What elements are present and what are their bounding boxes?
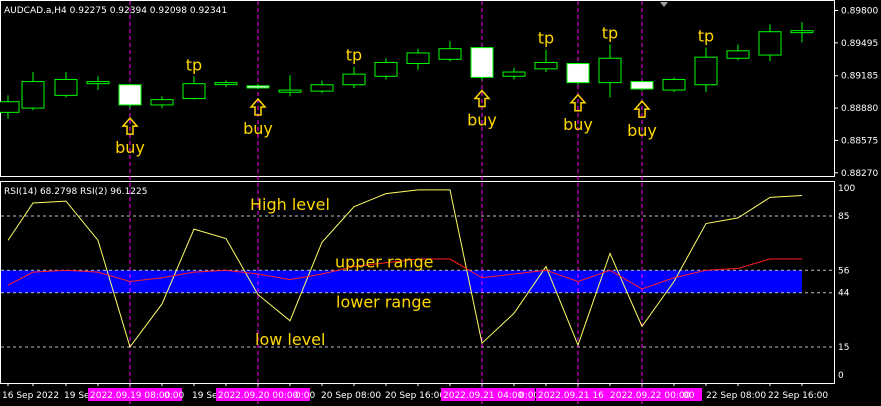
buy-label: buy: [467, 111, 497, 130]
time-axis-label: 2022.09.22 00:00: [610, 391, 691, 401]
candle-body: [438, 48, 462, 60]
price-axis-label: 0.88270: [841, 169, 878, 179]
tp-label: tp: [602, 23, 618, 42]
candle-body: [630, 81, 654, 90]
buy-label: buy: [563, 115, 593, 134]
candle-body: [406, 52, 430, 65]
buy-label: buy: [243, 119, 273, 138]
high-level-annotation: High level: [250, 195, 330, 214]
candle-body: [150, 99, 174, 106]
time-axis-label: 16 Sep 2022: [2, 391, 59, 401]
tp-label: tp: [346, 46, 362, 65]
candle-body: [214, 82, 238, 86]
candle-body: [790, 30, 814, 34]
chart-shift-marker-icon[interactable]: [660, 2, 668, 7]
candle-body: [54, 78, 78, 96]
rsi-header: RSI(14) 68.2798 RSI(2) 96.1225: [4, 187, 147, 197]
candle-body: [86, 81, 110, 85]
tp-label: tp: [186, 55, 202, 74]
time-axis-label: 19 Se: [192, 391, 218, 401]
candle-body: [182, 83, 206, 100]
time-axis-label: 19 Se: [64, 391, 90, 401]
time-axis-label: 2022.09.19 08:00: [90, 391, 171, 401]
time-axis-label: 22 Sep 16:00: [768, 391, 828, 401]
candle-body: [470, 47, 494, 78]
time-axis-label: 00: [683, 391, 695, 401]
candle-body: [278, 89, 302, 93]
buy-label: buy: [115, 138, 145, 157]
rsi-axis-label: 85: [838, 212, 849, 222]
tp-label: tp: [538, 29, 554, 48]
tp-label: tp: [698, 27, 714, 46]
rsi-axis-label: 44: [838, 289, 850, 299]
trading-chart-window: 0.89800 0.89495 0.89185 0.88880 0.88575 0.882…: [0, 0, 881, 406]
candle-body: [21, 81, 45, 109]
candle-body: [118, 84, 142, 106]
candle-body: [342, 73, 366, 86]
price-axis-label: 0.89185: [841, 72, 878, 82]
time-axis-label: 20 Sep 16:00: [385, 391, 445, 401]
candle-body: [0, 101, 20, 113]
buy-label: buy: [627, 121, 657, 140]
chart-canvas[interactable]: 0.89800 0.89495 0.89185 0.88880 0.88575 0.882…: [0, 0, 881, 406]
candle-body: [694, 56, 718, 86]
low-level-annotation: low level: [255, 330, 325, 349]
time-axis-label: 2022.09.20 00:00: [218, 391, 299, 401]
time-axis-label: 2022.09.21 16: [538, 391, 604, 401]
upper-range-annotation: upper range: [335, 252, 433, 271]
candle-body: [246, 85, 270, 89]
time-axis-label: 2022.09.21 04:00: [443, 391, 524, 401]
price-axis-label: 0.89495: [841, 39, 878, 49]
candle-body: [726, 50, 750, 59]
rsi-axis-label: 15: [838, 343, 849, 353]
time-axis-label: 0:00: [164, 391, 184, 401]
candle-body: [598, 57, 622, 84]
lower-range-annotation: lower range: [336, 293, 431, 312]
price-axis-label: 0.89800: [841, 6, 878, 16]
price-header: AUDCAD.a,H4 0.92275 0.92394 0.92098 0.92…: [4, 6, 227, 16]
time-axis-label: 0:00: [295, 391, 315, 401]
candle-body: [374, 61, 398, 77]
candle-body: [758, 31, 782, 56]
rsi-axis-label: 100: [838, 184, 855, 194]
rsi-range-band: [1, 270, 802, 293]
candle-body: [662, 78, 686, 91]
time-axis-label: 22 Sep 08:00: [706, 391, 766, 401]
price-axis-label: 0.88575: [841, 136, 878, 146]
candle-body: [534, 61, 558, 70]
candle-body: [566, 63, 590, 84]
candle-body: [502, 71, 526, 77]
time-axis-label: 20 Sep 08:00: [321, 391, 381, 401]
candle-body: [310, 84, 334, 92]
rsi-axis-label: 56: [838, 266, 850, 276]
price-axis-label: 0.88880: [841, 104, 878, 114]
rsi-axis-label: 0: [838, 371, 844, 381]
